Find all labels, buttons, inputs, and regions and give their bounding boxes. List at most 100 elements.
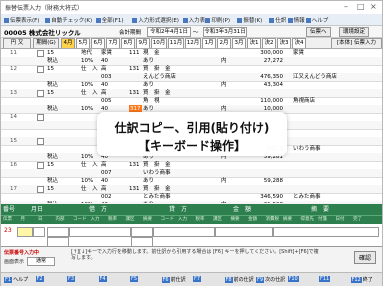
menu-item-2[interactable]: 全部(F1) xyxy=(95,16,124,24)
fkey-f9[interactable]: F9 次の仕訳 xyxy=(256,276,285,283)
description-field[interactable] xyxy=(273,227,379,237)
menu-item-label: 入力形式選択(E) xyxy=(138,18,179,24)
tab-month-10[interactable]: 2月 xyxy=(217,38,231,48)
fkey-f3[interactable]: F3 xyxy=(67,276,76,282)
row-checkbox[interactable] xyxy=(37,162,44,169)
status-guide: [↑][↓]キーで入力行を移動します。前仕訳から引用する場合は [F6] キーを… xyxy=(71,249,319,261)
row-c: 40 xyxy=(101,178,108,184)
tab-month-2[interactable]: 6月 xyxy=(91,38,105,48)
row-c: 高 xyxy=(101,162,107,168)
menu-item-label: 印刷(P) xyxy=(211,18,230,24)
fkey-label: F10 xyxy=(287,276,299,282)
tab-month-7[interactable]: 11月 xyxy=(168,38,184,48)
row-d: 買 掛 金 xyxy=(143,66,171,72)
fkey-f12[interactable]: F12 終了 xyxy=(350,276,373,283)
row-a: 税込 xyxy=(47,201,58,203)
row-b: 仕 入 xyxy=(81,90,98,96)
menu-item-5[interactable]: 印刷(P) xyxy=(205,16,230,24)
menu-item-4[interactable]: 入力表 xyxy=(182,16,205,24)
entry-subheader-col: 入力 xyxy=(90,217,100,222)
entry-subheader-col: 税率 xyxy=(108,217,117,222)
credit-account-field[interactable] xyxy=(153,227,215,237)
maximize-icon[interactable]: □ xyxy=(357,2,365,11)
debit-account-field[interactable] xyxy=(69,227,131,237)
period-to-field[interactable]: 令和3年3月31日 xyxy=(203,27,247,37)
row-b: 10% xyxy=(81,82,94,88)
close-icon[interactable]: × xyxy=(370,2,377,11)
tab-month-4[interactable]: 8月 xyxy=(121,38,135,48)
row-c: 家賃 xyxy=(101,50,113,56)
row-checkbox[interactable] xyxy=(37,114,44,121)
fkey-f5[interactable]: F5 xyxy=(130,276,139,282)
row-checkbox[interactable] xyxy=(37,186,44,193)
fkey-f7[interactable]: F7 xyxy=(193,276,202,282)
row-a: 税込 xyxy=(47,154,59,160)
tab-month-14[interactable]: 決3 xyxy=(277,38,291,48)
row-d: 買 掛 金 xyxy=(143,186,171,192)
row-d: 買 掛 金 xyxy=(143,90,171,96)
row-d: あり xyxy=(143,58,155,64)
minimize-icon[interactable]: – xyxy=(344,2,348,11)
menu-item-8[interactable]: 情報 xyxy=(287,16,305,24)
tab-month-8[interactable]: 12月 xyxy=(185,38,201,48)
fkey-f2[interactable]: F2 xyxy=(35,276,45,282)
menu-item-7[interactable]: 仕訳 xyxy=(269,16,286,24)
row-checkbox[interactable] xyxy=(37,138,44,145)
tab-month-9[interactable]: 1月 xyxy=(202,38,216,48)
row-a: 税込 xyxy=(47,106,59,112)
fkey-f10[interactable]: F10 xyxy=(287,276,300,282)
instruction-overlay: 仕訳コピー、引用(貼り付け) 【キーボード操作】 xyxy=(97,112,287,156)
entry-subheader: 伝票月日内部 コード 入力 税率 課区 摘要 コード 入力 税率 課区 摘要 金額 消費税 摘要 得意先 付箋… xyxy=(1,215,382,224)
tab-month-0[interactable]: 4月 xyxy=(61,38,75,48)
tab-month-15[interactable]: 決4 xyxy=(292,38,306,48)
fkey-f4[interactable]: F4 xyxy=(98,276,108,282)
confirm-button[interactable]: 確認 xyxy=(353,251,376,264)
fkey-label: F7 xyxy=(193,276,202,282)
row-d: いわう商事 xyxy=(143,170,171,176)
amount-field[interactable] xyxy=(215,227,273,237)
menu-item-9[interactable]: ヘルプ xyxy=(305,16,328,24)
debit-tax-field[interactable] xyxy=(47,237,69,247)
tab-month-6[interactable]: 10月 xyxy=(151,38,167,48)
menu-item-0[interactable]: 伝票表示(F) xyxy=(4,16,39,24)
row-checkbox[interactable] xyxy=(37,90,44,97)
row-b: 10% xyxy=(81,178,94,184)
debit-code-field[interactable] xyxy=(47,227,69,237)
period-from-field[interactable]: 令和2年4月1日 xyxy=(147,27,191,37)
tab-month-3[interactable]: 7月 xyxy=(106,38,120,48)
entry-header-col: 摘 要 xyxy=(311,206,330,213)
day-field[interactable] xyxy=(33,227,45,237)
tab-month-13[interactable]: 決2 xyxy=(262,38,276,48)
menu-item-1[interactable]: 自動チェック(K) xyxy=(45,16,92,24)
credit-code-field[interactable] xyxy=(131,227,153,237)
tab-month-11[interactable]: 3月 xyxy=(232,38,246,48)
ledger-row[interactable]: 税込 10% 40 あり 内31,508 xyxy=(1,201,382,203)
tab-month-12[interactable]: 決1 xyxy=(247,38,261,48)
menu-item-3[interactable]: 入力形式選択(E) xyxy=(132,16,179,24)
table-icon xyxy=(182,18,188,23)
period-tab[interactable]: 期間(G) xyxy=(33,38,59,48)
row-a: 15 xyxy=(47,50,54,56)
fkey-f1[interactable]: F1 ヘルプ xyxy=(4,276,28,283)
row-checkbox[interactable] xyxy=(37,50,44,57)
row-c: 高 xyxy=(101,186,107,192)
menu-item-6[interactable]: 振替(K) xyxy=(237,16,262,24)
row-c: 007 xyxy=(101,170,112,176)
type-selector[interactable]: 円 又 xyxy=(3,38,31,48)
settings-button[interactable]: 環境設定 xyxy=(339,27,370,37)
fkey-f11[interactable]: F11 xyxy=(319,276,331,282)
menu-item-label: 振替(K) xyxy=(243,18,263,24)
fkey-f6[interactable]: F6 前仕訳 xyxy=(161,276,186,283)
row-c: 002 xyxy=(101,194,112,200)
return-button[interactable]: 伝票へ xyxy=(306,27,331,37)
mode-label: [本体] 伝票入力 xyxy=(331,38,382,48)
tab-month-1[interactable]: 5月 xyxy=(76,38,90,48)
help-icon xyxy=(305,18,311,23)
month-field[interactable] xyxy=(17,227,33,237)
credit-tax-field[interactable] xyxy=(131,237,153,247)
row-c: 003 xyxy=(101,74,112,80)
tab-month-5[interactable]: 9月 xyxy=(136,38,150,48)
row-checkbox[interactable] xyxy=(37,66,44,73)
fkey-f8[interactable]: F8 前の仕訳 xyxy=(224,276,254,283)
status-display-mode[interactable]: 通常 xyxy=(27,257,55,266)
